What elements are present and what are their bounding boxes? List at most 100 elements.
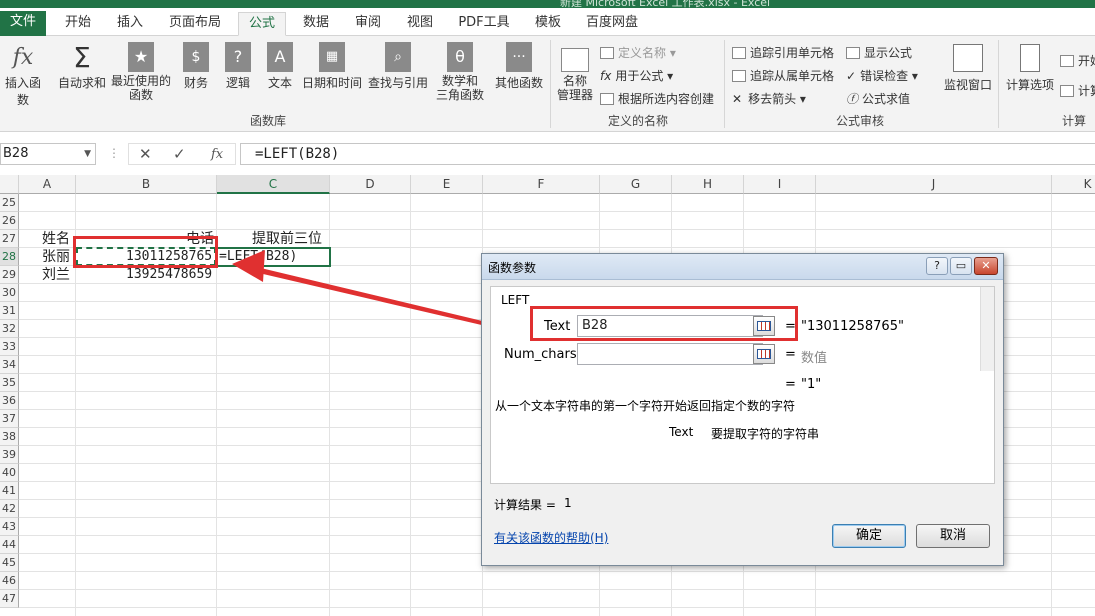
insert-function-button[interactable]: fx 插入函数 — [0, 42, 46, 108]
tab-formulas[interactable]: 公式 — [238, 12, 286, 36]
row-header-32[interactable]: 32 — [0, 320, 19, 338]
column-header-i[interactable]: I — [744, 175, 816, 194]
equals-sign: = — [785, 377, 796, 392]
formula-input[interactable]: =LEFT(B28) — [240, 143, 1095, 165]
tab-pdf-tools[interactable]: PDF工具 — [452, 12, 516, 36]
column-header-k[interactable]: K — [1052, 175, 1095, 194]
tab-page-layout[interactable]: 页面布局 — [162, 12, 228, 36]
evaluate-formula-button[interactable]: ⓕ 公式求值 — [846, 90, 910, 107]
trace-dependents-icon — [732, 70, 746, 82]
autosum-button[interactable]: Σ 自动求和 — [56, 42, 108, 91]
row-header-45[interactable]: 45 — [0, 554, 19, 572]
remove-arrows-button[interactable]: ✕ 移去箭头 ▾ — [732, 90, 806, 107]
help-button[interactable]: ? — [926, 257, 948, 275]
row-header-27[interactable]: 27 — [0, 230, 19, 248]
ribbon: fx 插入函数 Σ 自动求和 ★ 最近使用的 函数 $ 财务 ? 逻辑 A 文本… — [0, 36, 1095, 132]
column-header-a[interactable]: A — [19, 175, 76, 194]
column-header-d[interactable]: D — [330, 175, 411, 194]
tab-review[interactable]: 审阅 — [346, 12, 390, 36]
logical-button[interactable]: ? 逻辑 — [222, 42, 254, 91]
function-result-preview: "1" — [801, 377, 822, 392]
cell-b29[interactable]: 13925478659 — [126, 266, 212, 284]
cell-a28[interactable]: 张丽 — [42, 248, 70, 266]
column-header-c[interactable]: C — [217, 175, 330, 194]
row-header-46[interactable]: 46 — [0, 572, 19, 590]
row-header-35[interactable]: 35 — [0, 374, 19, 392]
math-trig-button[interactable]: θ 数学和 三角函数 — [430, 42, 490, 102]
select-all-corner[interactable] — [0, 175, 19, 194]
row-header-41[interactable]: 41 — [0, 482, 19, 500]
calc-now-icon — [1060, 55, 1074, 67]
row-header-39[interactable]: 39 — [0, 446, 19, 464]
equals-sign: = — [785, 347, 796, 362]
active-cell-border — [216, 247, 331, 267]
row-header-30[interactable]: 30 — [0, 284, 19, 302]
tab-templates[interactable]: 模板 — [526, 12, 570, 36]
tab-baidu-netdisk[interactable]: 百度网盘 — [580, 12, 644, 36]
calculate-now-button[interactable]: 开始 — [1060, 52, 1095, 69]
name-manager-label-1: 名称 — [562, 74, 587, 88]
financial-button[interactable]: $ 财务 — [180, 42, 212, 91]
lookup-button[interactable]: ⌕ 查找与引用 — [366, 42, 430, 91]
cancel-button[interactable]: 取消 — [916, 524, 990, 548]
row-header-28[interactable]: 28 — [0, 248, 19, 266]
column-header-e[interactable]: E — [411, 175, 483, 194]
calculation-options-button[interactable]: 计算选项 — [1002, 44, 1058, 93]
row-header-25[interactable]: 25 — [0, 194, 19, 212]
row-header-38[interactable]: 38 — [0, 428, 19, 446]
cell-a29[interactable]: 刘兰 — [42, 266, 70, 284]
row-header-42[interactable]: 42 — [0, 500, 19, 518]
error-checking-button[interactable]: ✓ 错误检查 ▾ — [846, 67, 918, 84]
name-manager-button[interactable]: 名称 管理器 — [554, 48, 596, 102]
chevron-down-icon[interactable]: ▼ — [84, 144, 91, 164]
range-select-icon — [757, 349, 771, 359]
minimize-button[interactable]: ▭ — [950, 257, 972, 275]
num-chars-arg-input[interactable] — [577, 343, 763, 365]
ok-button[interactable]: 确定 — [832, 524, 906, 548]
row-header-34[interactable]: 34 — [0, 356, 19, 374]
row-header-29[interactable]: 29 — [0, 266, 19, 284]
collapse-dialog-button[interactable] — [753, 344, 775, 364]
column-header-g[interactable]: G — [600, 175, 672, 194]
enter-check-icon[interactable]: ✓ — [173, 145, 186, 163]
row-header-33[interactable]: 33 — [0, 338, 19, 356]
more-functions-button[interactable]: ··· 其他函数 — [492, 42, 546, 91]
define-name-button[interactable]: 定义名称 ▾ — [600, 44, 676, 61]
row-header-36[interactable]: 36 — [0, 392, 19, 410]
column-header-j[interactable]: J — [816, 175, 1052, 194]
cell-a27[interactable]: 姓名 — [42, 230, 70, 248]
tab-insert[interactable]: 插入 — [108, 12, 152, 36]
use-in-formula-button[interactable]: fx 用于公式 ▾ — [600, 67, 673, 84]
column-header-h[interactable]: H — [672, 175, 744, 194]
text-functions-button[interactable]: A 文本 — [264, 42, 296, 91]
column-header-f[interactable]: F — [483, 175, 600, 194]
row-header-47[interactable]: 47 — [0, 590, 19, 608]
cell-c27[interactable]: 提取前三位 — [252, 230, 322, 248]
insert-function-fx-icon[interactable]: fx — [211, 147, 223, 162]
trace-dependents-button[interactable]: 追踪从属单元格 — [732, 67, 834, 84]
row-header-43[interactable]: 43 — [0, 518, 19, 536]
recent-functions-button[interactable]: ★ 最近使用的 函数 — [110, 42, 172, 102]
calculate-sheet-button[interactable]: 计算 — [1060, 82, 1095, 99]
row-header-40[interactable]: 40 — [0, 464, 19, 482]
name-box[interactable]: B28 ▼ — [0, 143, 96, 165]
cancel-icon[interactable]: ✕ — [139, 145, 152, 163]
arguments-scrollbar[interactable] — [980, 287, 994, 371]
row-header-37[interactable]: 37 — [0, 410, 19, 428]
tab-home[interactable]: 开始 — [56, 12, 100, 36]
tab-view[interactable]: 视图 — [398, 12, 442, 36]
create-from-selection-button[interactable]: 根据所选内容创建 — [600, 90, 714, 107]
row-header-31[interactable]: 31 — [0, 302, 19, 320]
trace-precedents-button[interactable]: 追踪引用单元格 — [732, 44, 834, 61]
tab-file[interactable]: 文件 — [0, 11, 46, 36]
row-header-44[interactable]: 44 — [0, 536, 19, 554]
column-header-b[interactable]: B — [76, 175, 217, 194]
tab-data[interactable]: 数据 — [294, 12, 338, 36]
function-help-link[interactable]: 有关该函数的帮助(H) — [494, 529, 608, 546]
close-button[interactable]: ✕ — [974, 257, 998, 275]
watch-window-button[interactable]: 监视窗口 — [940, 44, 996, 93]
show-formulas-button[interactable]: 显示公式 — [846, 44, 912, 61]
datetime-button[interactable]: ▦ 日期和时间 — [300, 42, 364, 91]
row-header-26[interactable]: 26 — [0, 212, 19, 230]
dialog-title-bar[interactable]: 函数参数 ? ▭ ✕ — [482, 254, 1003, 280]
